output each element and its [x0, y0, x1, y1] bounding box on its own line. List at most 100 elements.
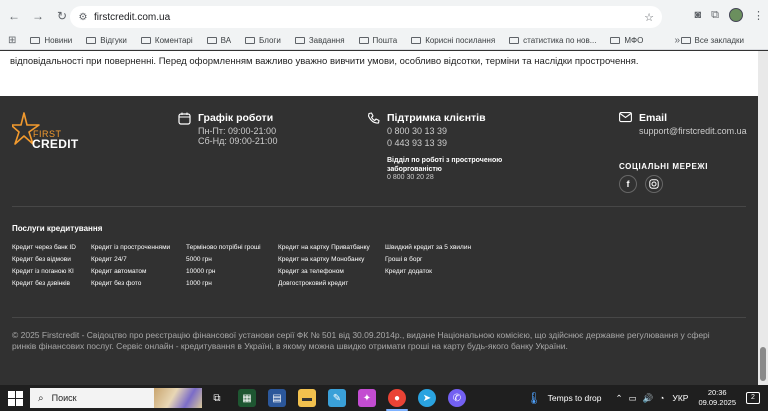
social-title: СОЦІАЛЬНІ МЕРЕЖІ — [619, 162, 709, 171]
telegram-icon[interactable]: ➤ — [418, 389, 436, 407]
reload-icon[interactable]: ↻ — [52, 6, 72, 26]
service-link[interactable]: Кредит без дзвінків — [12, 278, 76, 290]
network-icon[interactable]: ◔ — [659, 393, 664, 403]
address-bar[interactable]: ⚙ firstcredit.com.ua ☆ — [70, 6, 662, 28]
apps-grid-icon[interactable]: ⊞ — [8, 35, 16, 46]
facebook-icon[interactable]: f — [619, 175, 637, 193]
clock[interactable]: 20:36 09.09.2025 — [698, 388, 736, 408]
support-block: Підтримка клієнтів 0 800 30 13 39 0 443 … — [387, 112, 517, 181]
extensions-icon[interactable]: ⧉ — [711, 9, 719, 22]
service-link[interactable]: Кредит із поганою КІ — [12, 266, 76, 278]
taskbar-search[interactable]: ⌕ Поиск — [30, 388, 202, 408]
folder-icon — [411, 37, 422, 44]
notifications-icon[interactable]: 2 — [746, 392, 760, 404]
services-column: Кредит із простроченнями Кредит 24/7 Кре… — [91, 242, 170, 290]
services-column: Кредит через банк ID Кредит без відмови … — [12, 242, 76, 290]
service-link[interactable]: 1000 грн — [186, 278, 261, 290]
service-link[interactable]: Кредит за телефоном — [278, 266, 370, 278]
logo-credit-text: CREDIT — [32, 137, 79, 151]
support-phone-2[interactable]: 0 443 93 13 39 — [387, 138, 517, 148]
task-view-icon[interactable]: ⧉ — [208, 389, 226, 407]
language-indicator[interactable]: УКР — [672, 393, 688, 403]
menu-icon[interactable]: ⋮ — [753, 9, 764, 22]
support-title: Підтримка клієнтів — [387, 112, 486, 124]
profile-avatar[interactable] — [729, 8, 743, 22]
bookmark-item[interactable]: ВА — [206, 36, 231, 45]
instagram-icon[interactable] — [645, 175, 663, 193]
bookmarks-bar: ⊞ Новини Відгуки Коментарі ВА Блоги Завд… — [0, 32, 768, 50]
all-bookmarks[interactable]: Все закладки — [680, 36, 744, 45]
service-link[interactable]: Кредит на картку Монобанку — [278, 254, 370, 266]
bookmark-item[interactable]: Коментарі — [140, 36, 193, 45]
service-link[interactable]: Кредит із простроченнями — [91, 242, 170, 254]
taskbar: ⌕ Поиск ⧉ ▦ ▤ ▬ ✎ ✦ ● ➤ ✆ 🌡 Temps to dro… — [0, 385, 768, 411]
bookmark-item[interactable]: Відгуки — [86, 36, 127, 45]
folder-icon — [509, 37, 520, 44]
service-link[interactable]: Швидкий кредит за 5 хвилин — [385, 242, 471, 254]
bookmark-item[interactable]: Пошта — [358, 36, 397, 45]
service-link[interactable]: Кредит через банк ID — [12, 242, 76, 254]
folder-icon — [358, 37, 369, 44]
url-text[interactable]: firstcredit.com.ua — [94, 12, 170, 23]
footer-divider — [12, 317, 746, 318]
schedule-weekend: Сб-Нд: 09:00-21:00 — [198, 136, 278, 146]
calendar-icon — [178, 112, 191, 128]
bookmark-item[interactable]: Блоги — [245, 36, 281, 45]
email-block: Email support@firstcredit.com.ua — [639, 112, 747, 136]
service-link[interactable]: Кредит 24/7 — [91, 254, 170, 266]
bookmark-item[interactable]: Корисні посилання — [411, 36, 495, 45]
bookmark-star-icon[interactable]: ☆ — [644, 11, 654, 24]
folder-icon — [610, 37, 621, 44]
battery-icon[interactable]: ▭ — [629, 393, 637, 404]
file-explorer-icon[interactable]: ▬ — [298, 389, 316, 407]
service-link[interactable]: Кредит автоматом — [91, 266, 170, 278]
chrome-icon[interactable]: ● — [388, 389, 406, 407]
folder-icon — [86, 37, 97, 44]
store-icon[interactable]: ▦ — [238, 389, 256, 407]
weather-text[interactable]: Temps to drop — [548, 393, 602, 403]
email-address[interactable]: support@firstcredit.com.ua — [639, 126, 747, 136]
system-tray: 🌡 Temps to drop ⌃ ▭ 🔊 ◔ УКР 20:36 09.09.… — [526, 385, 768, 411]
bookmark-item[interactable]: Завдання — [294, 36, 345, 45]
scrollbar-thumb[interactable] — [760, 347, 766, 381]
service-link[interactable]: Гроші в борг — [385, 254, 471, 266]
service-link[interactable]: 10000 грн — [186, 266, 261, 278]
site-info-icon[interactable]: ⚙ — [74, 12, 92, 23]
service-link[interactable]: Кредит додаток — [385, 266, 471, 278]
folder-icon — [140, 37, 151, 44]
firstcredit-logo[interactable]: FIRST CREDIT — [12, 112, 84, 152]
clock-date: 09.09.2025 — [698, 398, 736, 407]
footer-divider — [12, 206, 746, 207]
more-bookmarks-icon[interactable]: » — [674, 35, 680, 46]
bookmark-item[interactable]: МФО — [610, 36, 643, 45]
service-link[interactable]: Кредит без відмови — [12, 254, 76, 266]
service-link[interactable]: 5000 грн — [186, 254, 261, 266]
service-link[interactable]: Довгостроковий кредит — [278, 278, 370, 290]
site-footer: FIRST CREDIT Графік роботи Пн-Пт: 09:00-… — [0, 96, 758, 385]
service-link[interactable]: Кредит на картку Приватбанку — [278, 242, 370, 254]
service-link[interactable]: Терміново потрібні гроші — [186, 242, 261, 254]
viber-icon[interactable]: ✆ — [448, 389, 466, 407]
screenshot-icon[interactable]: ◙ — [694, 9, 701, 21]
support-phone-1[interactable]: 0 800 30 13 39 — [387, 126, 517, 136]
forward-icon[interactable]: → — [28, 6, 48, 26]
start-button[interactable] — [4, 387, 26, 409]
services-column: Швидкий кредит за 5 хвилин Гроші в борг … — [385, 242, 471, 278]
schedule-block: Графік роботи Пн-Пт: 09:00-21:00 Сб-Нд: … — [198, 112, 277, 146]
temperature-icon: 🌡 — [526, 391, 542, 405]
volume-icon[interactable]: 🔊 — [643, 393, 654, 404]
overdue-dept-phone[interactable]: 0 800 30 20 28 — [387, 174, 517, 181]
copilot-icon[interactable]: ✦ — [358, 389, 376, 407]
bookmark-item[interactable]: Новини — [30, 36, 72, 45]
overdue-dept-title: Відділ по роботі з простроченою заборгов… — [387, 157, 503, 173]
bookmark-item[interactable]: статистика по нов... — [509, 36, 596, 45]
calculator-icon[interactable]: ▤ — [268, 389, 286, 407]
tray-overflow-icon[interactable]: ⌃ — [616, 393, 623, 404]
service-link[interactable]: Кредит без фото — [91, 278, 170, 290]
services-title: Послуги кредитування — [12, 224, 103, 233]
back-icon[interactable]: ← — [4, 6, 24, 26]
folder-icon — [206, 37, 217, 44]
folder-icon — [294, 37, 305, 44]
page-scrollbar[interactable] — [758, 51, 768, 385]
notepad-icon[interactable]: ✎ — [328, 389, 346, 407]
